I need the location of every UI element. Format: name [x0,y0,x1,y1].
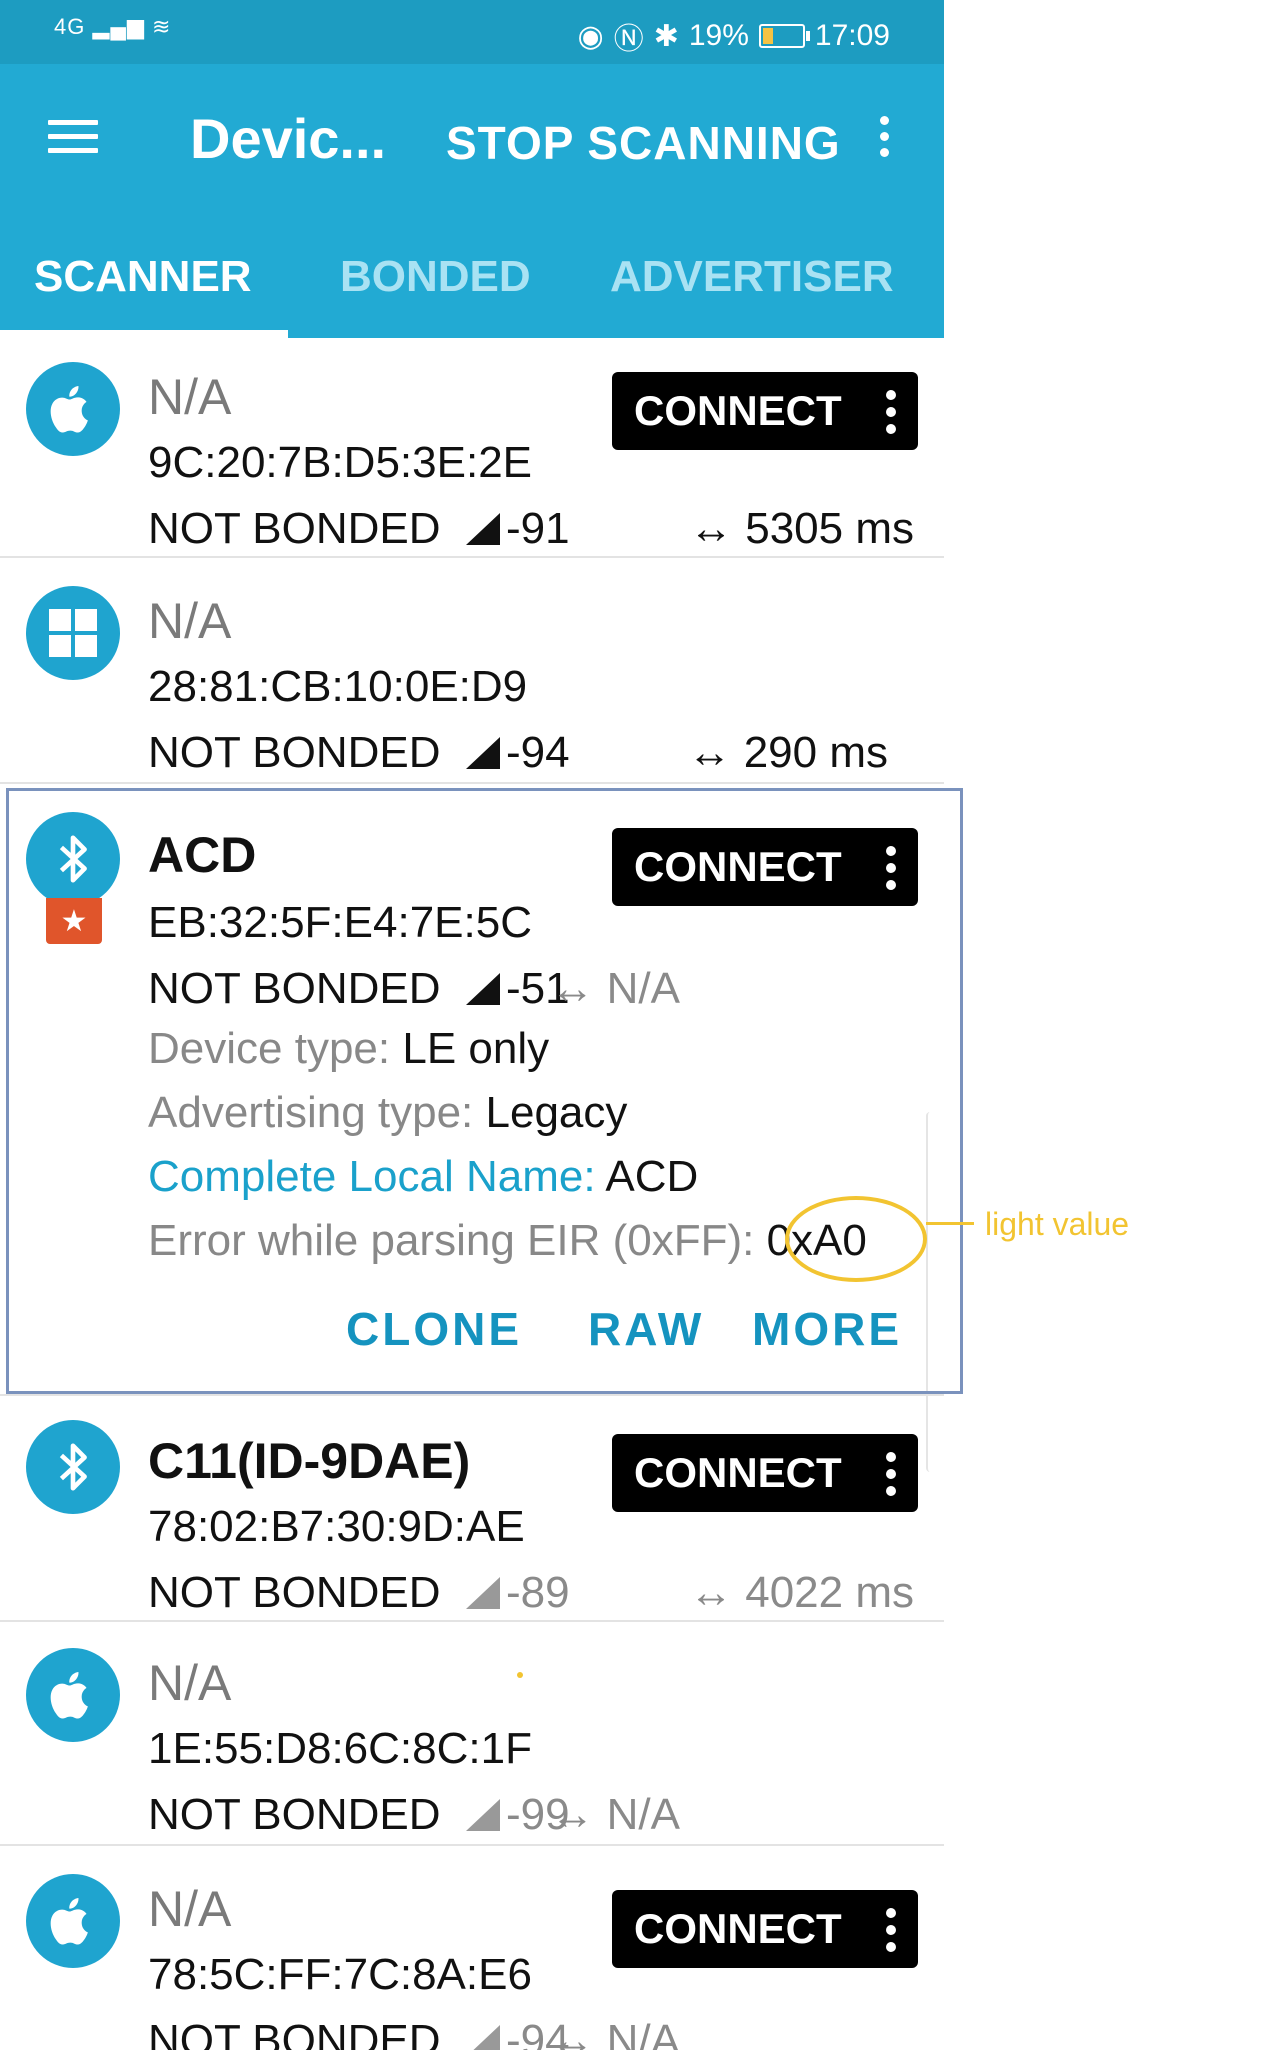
rssi: -94 [466,728,570,778]
stop-scanning-button[interactable]: STOP SCANNING [446,116,841,170]
interval-icon: ↔ [550,1790,595,1839]
adv-interval: ↔ 4022 ms [689,1568,914,1618]
battery-percent: 19% [688,19,749,52]
connect-label: CONNECT [634,1905,842,1952]
interval-value: 290 ms [743,728,888,777]
signal-strength-icon [466,1577,500,1609]
tab-scanner[interactable]: SCANNER [34,252,252,302]
menu-icon[interactable] [48,120,98,154]
device-mac: 1E:55:D8:6C:8C:1F [148,1724,532,1773]
signal-strength-icon [466,513,500,545]
interval-value: N/A [606,2016,680,2050]
rssi-value: -94 [506,728,570,777]
rssi: -91 [466,504,570,554]
adv-interval: ↔ N/A [550,2016,680,2050]
interval-value: 5305 ms [745,504,914,553]
more-options-icon[interactable] [886,390,896,441]
apple-icon [26,1648,120,1742]
device-name: C11(ID-9DAE) [148,1433,471,1489]
device-name: N/A [148,593,232,649]
connect-label: CONNECT [634,387,842,434]
apple-icon [26,1874,120,1968]
device-name: N/A [148,1881,232,1937]
battery-icon [758,24,810,48]
annotation-label: light value [985,1206,1130,1242]
rssi-value: -89 [506,1568,570,1617]
annotation-ellipse [785,1196,927,1282]
tab-advertiser[interactable]: ADVERTISER [610,252,894,302]
annotation-line [926,1222,974,1225]
bond-state: NOT BONDED [148,1790,441,1839]
bluetooth-icon [26,1420,120,1514]
interval-icon: ↔ [689,504,733,553]
device-name: N/A [148,1655,232,1711]
windows-icon [26,586,120,680]
more-options-icon[interactable] [886,1908,896,1959]
interval-icon: ↔ [687,728,732,777]
interval-value: 4022 ms [745,1568,914,1617]
bond-state: NOT BONDED [148,728,441,777]
wifi-icon: ≋ [152,14,172,39]
adv-interval: ↔ 290 ms [687,728,888,778]
device-row[interactable]: N/A 1E:55:D8:6C:8C:1F NOT BONDED -99 ↔ N… [0,1618,944,1846]
eye-icon: ◉ [577,19,604,53]
device-mac: 78:5C:FF:7C:8A:E6 [148,1950,532,1999]
more-options-icon[interactable] [886,1452,896,1503]
signal-icon: ▂▄▆ [92,14,145,39]
app-toolbar: Devic... STOP SCANNING [0,64,944,214]
apple-icon [26,362,120,456]
bond-state: NOT BONDED [148,504,441,553]
device-row[interactable]: N/A 9C:20:7B:D5:3E:2E NOT BONDED -91 ↔ 5… [0,338,944,558]
bond-state: NOT BONDED [148,2016,441,2050]
clock: 17:09 [814,19,890,52]
nfc-icon: Ⓝ [613,23,644,56]
interval-icon: ↔ [689,1568,733,1617]
highlight-box [6,788,963,1394]
interval-icon: ↔ [550,2016,595,2050]
device-row[interactable]: N/A 28:81:CB:10:0E:D9 NOT BONDED -94 ↔ 2… [0,556,944,784]
network-indicator: 4G ▂▄▆ ≋ [54,14,171,40]
tab-bonded[interactable]: BONDED [340,252,531,302]
tab-indicator [0,330,288,338]
connect-label: CONNECT [634,1449,842,1496]
device-mac: 78:02:B7:30:9D:AE [148,1502,525,1551]
adv-interval: ↔ 5305 ms [689,504,914,554]
tab-bar: SCANNER BONDED ADVERTISER [0,214,944,338]
signal-strength-icon [466,2025,500,2050]
page-title: Devic... [190,107,387,170]
annotation-dot [517,1672,523,1678]
bluetooth-status-icon: ✱ [653,19,679,53]
signal-strength-icon [466,1799,500,1831]
device-row[interactable]: C11(ID-9DAE) 78:02:B7:30:9D:AE NOT BONDE… [0,1394,944,1622]
interval-value: N/A [606,1790,680,1839]
network-type: 4G [54,14,86,39]
device-name: N/A [148,369,232,425]
status-bar: 4G ▂▄▆ ≋ ◉ Ⓝ ✱ 19% 17:09 [0,0,944,64]
adv-interval: ↔ N/A [550,1790,680,1840]
device-mac: 28:81:CB:10:0E:D9 [148,662,528,711]
connect-button[interactable]: CONNECT [612,372,918,450]
rssi-value: -91 [506,504,570,553]
device-mac: 9C:20:7B:D5:3E:2E [148,438,533,487]
connect-button[interactable]: CONNECT [612,1434,918,1512]
overflow-menu-icon[interactable] [876,116,892,162]
signal-strength-icon [466,737,500,769]
bond-state: NOT BONDED [148,1568,441,1617]
status-right: ◉ Ⓝ ✱ 19% 17:09 [578,14,890,58]
connect-button[interactable]: CONNECT [612,1890,918,1968]
rssi: -89 [466,1568,570,1618]
device-row[interactable]: N/A 78:5C:FF:7C:8A:E6 NOT BONDED -94 ↔ N… [0,1844,944,2050]
